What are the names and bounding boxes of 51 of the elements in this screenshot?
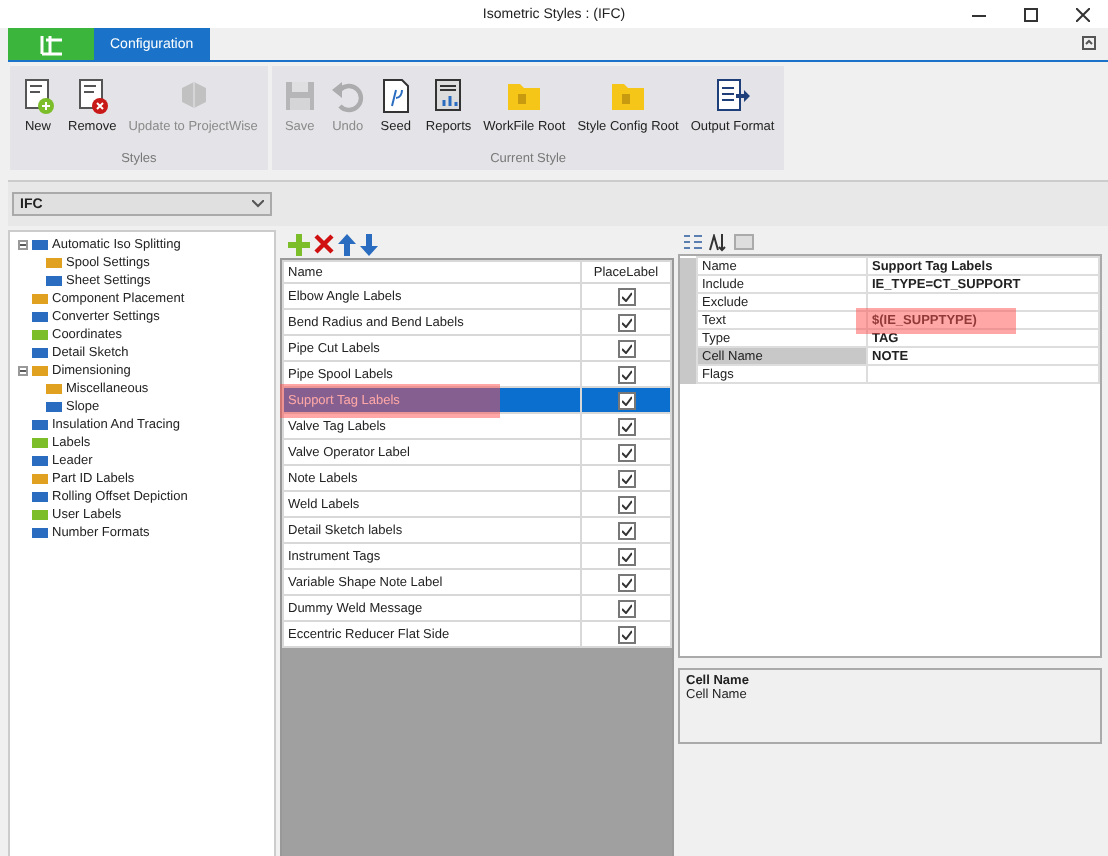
tree-node-icon xyxy=(32,418,48,432)
folder-icon xyxy=(610,78,647,114)
expander-icon[interactable] xyxy=(18,366,28,376)
tree-node-icon xyxy=(32,292,48,306)
tree-node-icon xyxy=(32,364,48,378)
checkbox[interactable] xyxy=(617,573,635,591)
app-logo-icon xyxy=(35,32,67,56)
checkbox[interactable] xyxy=(617,313,635,331)
tree-node-icon xyxy=(32,328,48,342)
checkbox[interactable] xyxy=(617,391,635,409)
tree-node-icon xyxy=(32,490,48,504)
folder-icon xyxy=(506,78,543,114)
checkbox[interactable] xyxy=(617,625,635,643)
report-icon xyxy=(430,78,467,114)
tree-node-icon xyxy=(32,472,48,486)
checkbox[interactable] xyxy=(617,547,635,565)
move-up-icon[interactable] xyxy=(338,233,356,255)
tree-node-icon xyxy=(32,508,48,522)
tree-node-icon xyxy=(46,256,62,270)
checkbox[interactable] xyxy=(617,521,635,539)
tree-node-icon xyxy=(32,526,48,540)
tree-node-icon xyxy=(32,310,48,324)
sort-az-icon[interactable] xyxy=(708,233,728,251)
undo-icon xyxy=(329,78,366,114)
checkbox[interactable] xyxy=(617,417,635,435)
output-format-icon xyxy=(714,78,751,114)
save-icon xyxy=(281,78,318,114)
seed-document-icon xyxy=(377,78,414,114)
tree-node-icon xyxy=(46,274,62,288)
remove-document-icon xyxy=(74,78,111,114)
tree-node-icon xyxy=(32,436,48,450)
checkbox[interactable] xyxy=(617,365,635,383)
categorized-icon[interactable] xyxy=(684,233,702,251)
tree-node-icon xyxy=(32,346,48,360)
checkbox[interactable] xyxy=(617,287,635,305)
delete-icon[interactable] xyxy=(314,234,334,254)
caret-icon xyxy=(252,200,264,208)
expander-icon[interactable] xyxy=(18,240,28,250)
checkbox[interactable] xyxy=(617,469,635,487)
app-menu-button[interactable] xyxy=(8,28,94,60)
checkbox[interactable] xyxy=(617,443,635,461)
tree-node-icon xyxy=(46,400,62,414)
tree-node-icon xyxy=(32,454,48,468)
move-down-icon[interactable] xyxy=(360,233,378,255)
checkbox[interactable] xyxy=(617,495,635,513)
checkbox[interactable] xyxy=(617,339,635,357)
collapse-ribbon-icon[interactable] xyxy=(1082,36,1096,54)
new-document-icon xyxy=(20,78,56,114)
tree-node-icon xyxy=(32,238,48,252)
checkbox[interactable] xyxy=(617,599,635,617)
tree-node-icon xyxy=(46,382,62,396)
